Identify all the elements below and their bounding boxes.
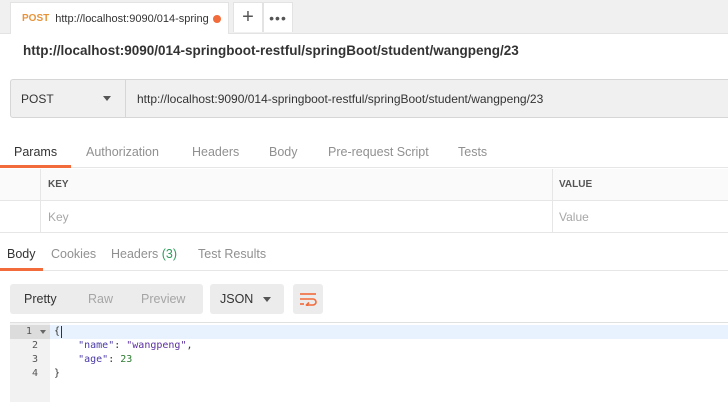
tab-bar: POST http://localhost:9090/014-spring + … xyxy=(0,0,728,34)
tab-cookies[interactable]: Cookies xyxy=(51,247,96,261)
chevron-down-icon xyxy=(103,96,111,101)
code-line: "age": 23 xyxy=(78,354,133,365)
line-number: 2 xyxy=(31,340,38,351)
value-placeholder: Value xyxy=(559,209,589,224)
chevron-down-icon xyxy=(263,297,271,302)
code-line: { xyxy=(54,326,61,337)
headers-count-badge: (3) xyxy=(161,247,178,261)
key-placeholder: Key xyxy=(48,209,69,224)
params-header-key: KEY xyxy=(41,169,553,200)
pretty-button[interactable]: Pretty xyxy=(24,292,57,306)
value-column-header: VALUE xyxy=(559,179,593,190)
url-bar: POST http://localhost:9090/014-springboo… xyxy=(10,79,728,118)
tab-test-results[interactable]: Test Results xyxy=(198,247,266,261)
tab-body[interactable]: Body xyxy=(269,145,298,159)
tab-tests[interactable]: Tests xyxy=(458,145,487,159)
response-tabs: Body Cookies Headers (3) Test Results xyxy=(0,240,728,271)
params-empty-row: Key Value xyxy=(0,201,728,233)
active-line-highlight xyxy=(50,325,728,339)
tab-response-headers[interactable]: Headers (3) xyxy=(111,247,177,261)
code-line: } xyxy=(54,368,61,379)
line-number: 1 xyxy=(25,326,32,337)
json-string-value: "wangpeng" xyxy=(126,340,187,351)
json-key: "name" xyxy=(78,340,115,351)
fold-caret-icon[interactable] xyxy=(40,330,46,334)
tab-response-body[interactable]: Body xyxy=(7,247,36,261)
params-row-check-cell xyxy=(0,201,41,232)
response-body-editor[interactable]: 1 2 3 4 { "name": "wangpeng", "age": 23 … xyxy=(10,322,728,402)
method-selected-value: POST xyxy=(21,91,54,106)
new-tab-button[interactable]: + xyxy=(233,2,263,32)
tab-headers[interactable]: Headers xyxy=(192,145,239,159)
param-key-input[interactable]: Key xyxy=(41,201,553,232)
tab-pre-request-script[interactable]: Pre-request Script xyxy=(328,145,429,159)
tab-authorization[interactable]: Authorization xyxy=(86,145,159,159)
format-button-group: Pretty Raw Preview xyxy=(10,284,203,314)
params-header-row: KEY VALUE xyxy=(0,169,728,201)
response-headers-label: Headers xyxy=(111,247,159,261)
more-dots-icon: ••• xyxy=(269,9,287,26)
text-cursor xyxy=(61,326,62,338)
key-column-header: KEY xyxy=(48,179,69,190)
json-key: "age" xyxy=(78,354,109,365)
wrap-lines-icon xyxy=(300,293,317,306)
active-response-tab-indicator xyxy=(0,268,43,271)
tab-params[interactable]: Params xyxy=(14,145,57,159)
line-number: 4 xyxy=(31,368,38,379)
method-dropdown[interactable]: POST xyxy=(11,80,126,117)
language-dropdown[interactable]: JSON xyxy=(210,284,284,314)
request-tab[interactable]: POST http://localhost:9090/014-spring xyxy=(10,2,229,34)
tab-options-button[interactable]: ••• xyxy=(263,2,293,32)
json-number-value: 23 xyxy=(120,354,133,365)
wrap-lines-button[interactable] xyxy=(293,284,323,314)
request-title: http://localhost:9090/014-springboot-res… xyxy=(23,43,519,58)
params-table: KEY VALUE Key Value xyxy=(0,169,728,233)
unsaved-dot-icon xyxy=(213,15,221,23)
params-header-check-cell xyxy=(0,169,41,200)
active-tab-indicator xyxy=(0,165,71,168)
tab-method-label: POST xyxy=(22,13,50,24)
param-value-input[interactable]: Value xyxy=(553,201,728,232)
tab-url-label: http://localhost:9090/014-spring xyxy=(55,12,209,25)
raw-button[interactable]: Raw xyxy=(88,292,113,306)
url-input[interactable]: http://localhost:9090/014-springboot-res… xyxy=(126,80,728,117)
request-tabs: Params Authorization Headers Body Pre-re… xyxy=(0,139,728,168)
preview-button[interactable]: Preview xyxy=(141,292,185,306)
plus-icon: + xyxy=(242,6,254,28)
line-number: 3 xyxy=(31,354,38,365)
code-line: "name": "wangpeng", xyxy=(78,340,193,351)
language-selected-value: JSON xyxy=(220,292,254,306)
params-header-value: VALUE xyxy=(553,169,728,200)
